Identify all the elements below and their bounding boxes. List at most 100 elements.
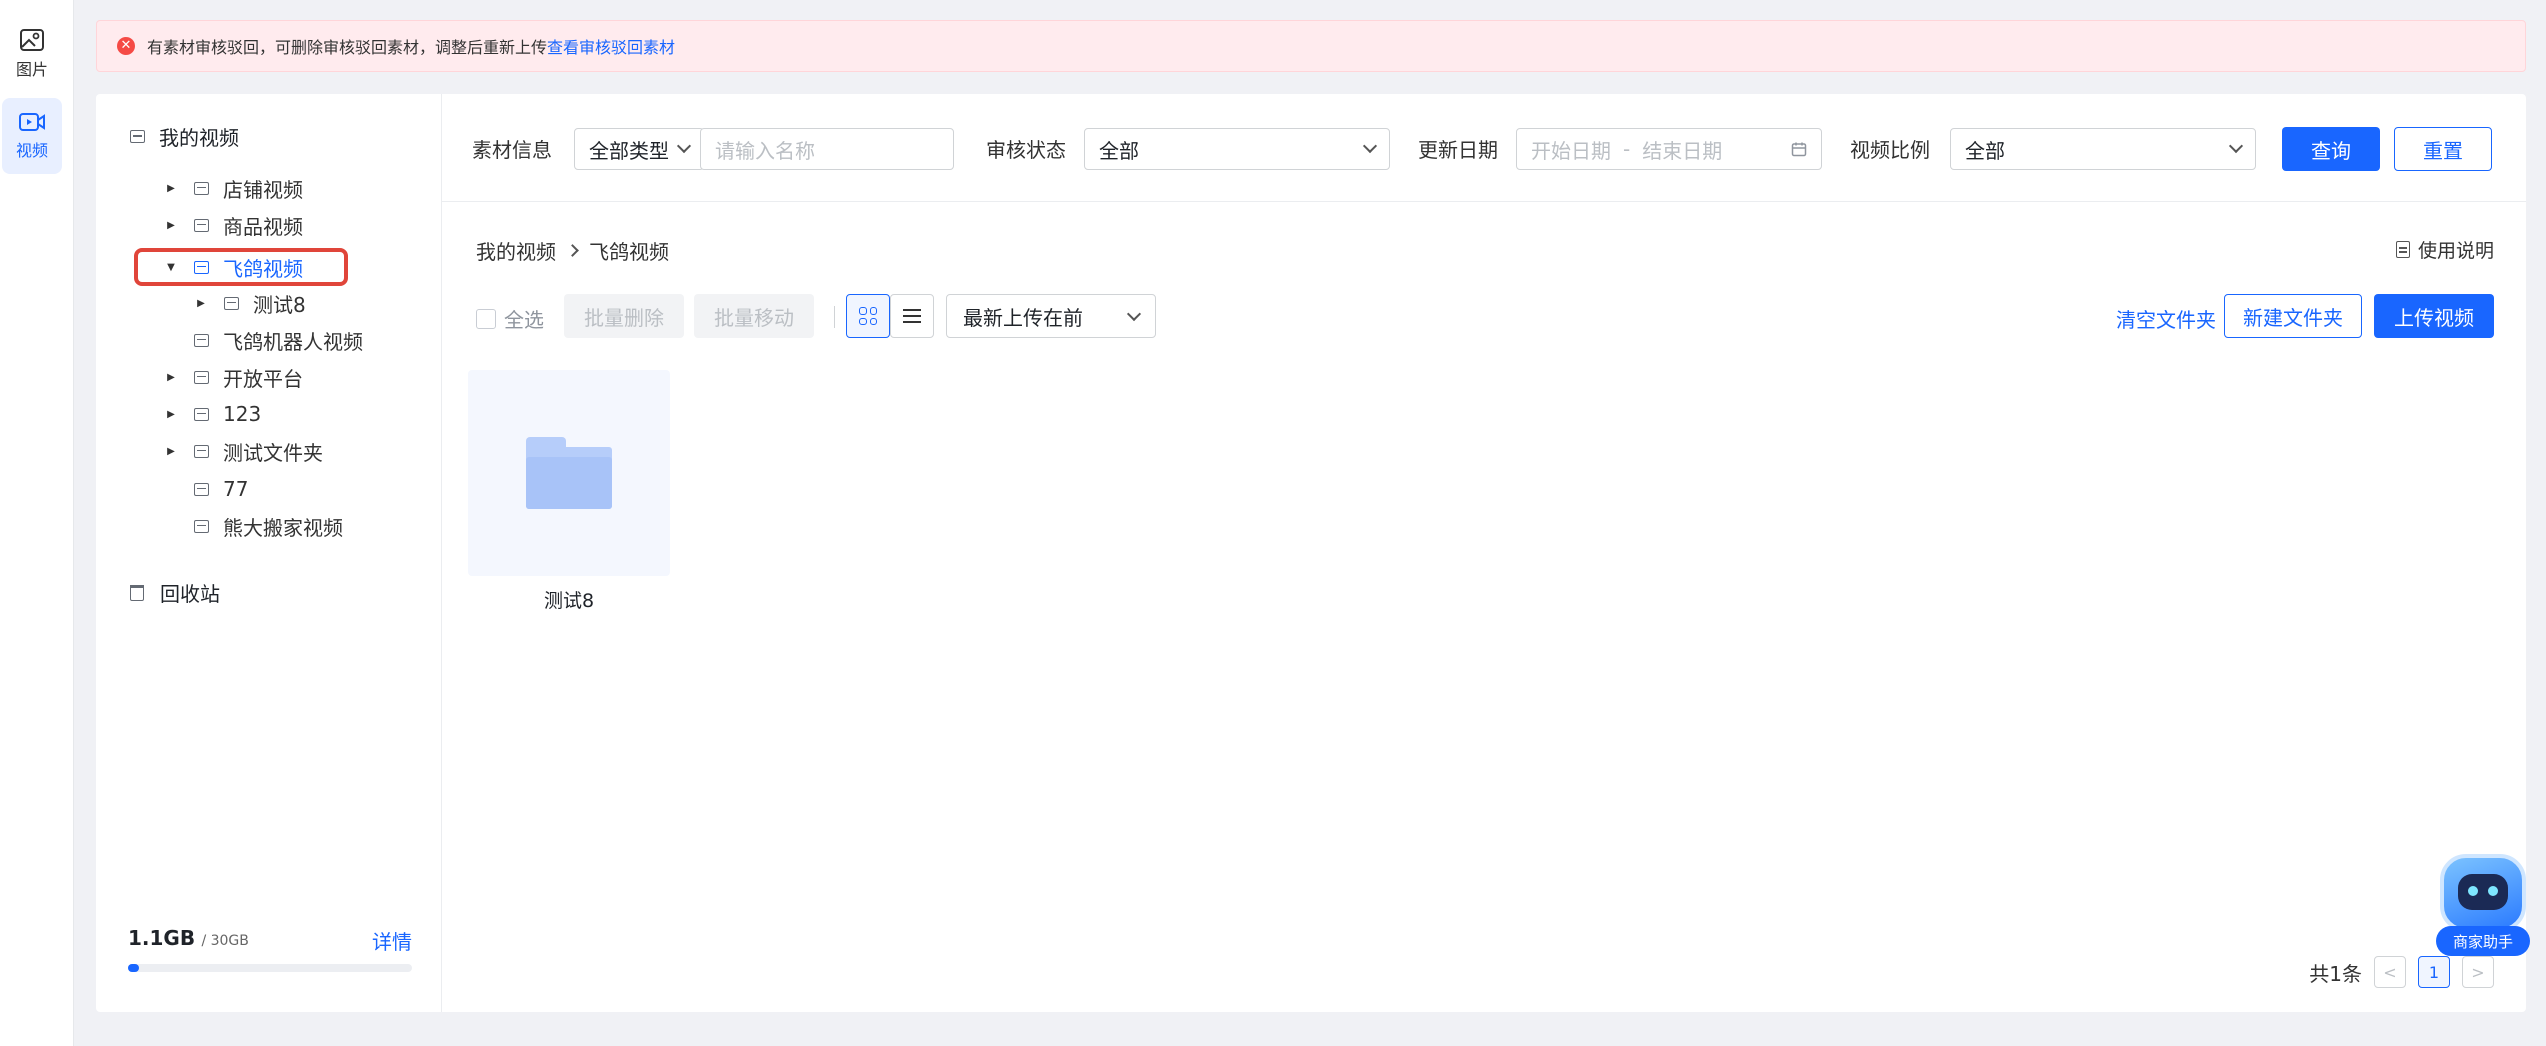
breadcrumb-current: 飞鸽视频: [589, 240, 669, 264]
tree-node-feige-videos[interactable]: ▼ 飞鸽视频: [164, 252, 303, 282]
tree-node-label: 开放平台: [223, 366, 303, 391]
caret-down-icon[interactable]: ▼: [164, 260, 178, 274]
tree-node-label: 飞鸽视频: [223, 256, 303, 281]
breadcrumb: 我的视频 飞鸽视频: [476, 236, 669, 265]
batch-move-button[interactable]: 批量移动: [694, 294, 814, 338]
usage-guide-link[interactable]: 使用说明: [2395, 236, 2494, 263]
storage-used: 1.1GB: [128, 926, 196, 950]
sort-select[interactable]: 最新上传在前: [946, 294, 1156, 338]
reset-button[interactable]: 重置: [2394, 127, 2492, 171]
tree-node-label: 123: [223, 402, 262, 426]
chevron-down-icon: [676, 138, 692, 154]
tree-node-shop-videos[interactable]: ▶ 店铺视频: [164, 173, 303, 203]
caret-right-icon[interactable]: ▶: [164, 218, 178, 232]
tree-node-product-videos[interactable]: ▶ 商品视频: [164, 210, 303, 240]
storage-detail-link[interactable]: 详情: [372, 926, 412, 955]
tree-node-open-platform[interactable]: ▶ 开放平台: [164, 362, 303, 392]
folder-icon: [194, 482, 209, 496]
list-view-button[interactable]: [890, 294, 934, 338]
breadcrumb-root[interactable]: 我的视频: [476, 236, 556, 265]
caret-right-icon[interactable]: ▶: [194, 296, 208, 310]
storage-usage: 1.1GB / 30GB 详情: [128, 926, 412, 972]
query-button[interactable]: 查询: [2282, 127, 2380, 171]
chevron-right-icon: [566, 244, 579, 257]
review-status-select[interactable]: 全部: [1084, 128, 1390, 170]
tree-node-label: 测试文件夹: [223, 440, 323, 465]
tree-node-test8[interactable]: ▶ 测试8: [194, 288, 306, 318]
chevron-down-icon: [1126, 306, 1142, 322]
app-rail: 图片 视频: [0, 0, 74, 1046]
recycle-bin-label: 回收站: [160, 582, 220, 606]
rail-item-videos-label: 视频: [15, 141, 48, 160]
sort-value: 最新上传在前: [963, 305, 1083, 330]
update-date-label: 更新日期: [1418, 138, 1498, 162]
content-toolbar: 全选 批量删除 批量移动 最新上传在前 清空文件夹 新建文件夹 上传视频: [476, 294, 2494, 338]
recycle-bin[interactable]: 回收站: [130, 578, 220, 607]
folder-icon: [194, 333, 209, 347]
error-circle-icon: ✕: [117, 37, 135, 55]
caret-right-icon[interactable]: ▶: [164, 407, 178, 421]
folder-icon: [194, 519, 209, 533]
folder-tree: 我的视频 ▶ 店铺视频 ▶ 商品视频 ▼ 飞鸽视频 ▶ 测试8 飞鸽机器人视频: [96, 94, 442, 1012]
tree-root-my-videos[interactable]: 我的视频: [130, 122, 239, 151]
rejection-alert: ✕ 有素材审核驳回，可删除审核驳回素材，调整后重新上传 查看审核驳回素材: [96, 20, 2526, 72]
filter-bar: 素材信息 全部类型 请输入名称 审核状态 全部 更新日期 开始日期 - 结束日期…: [442, 94, 2526, 202]
date-range-picker[interactable]: 开始日期 - 结束日期: [1516, 128, 1822, 170]
tree-node-label: 熊大搬家视频: [223, 515, 343, 540]
folder-icon: [194, 407, 209, 421]
name-search-input[interactable]: 请输入名称: [700, 128, 954, 170]
date-separator: -: [1623, 137, 1631, 161]
tree-root-label: 我的视频: [159, 126, 239, 150]
caret-right-icon[interactable]: ▶: [164, 181, 178, 195]
clear-folder-link[interactable]: 清空文件夹: [2116, 304, 2216, 333]
folder-icon: [194, 218, 209, 232]
new-folder-button[interactable]: 新建文件夹: [2224, 294, 2362, 338]
review-status-label: 审核状态: [986, 138, 1066, 162]
folder-icon: [194, 181, 209, 195]
folder-tile[interactable]: [468, 370, 670, 576]
rail-item-videos[interactable]: 视频: [2, 98, 62, 174]
storage-bar-fill: [128, 964, 139, 972]
video-ratio-select[interactable]: 全部: [1950, 128, 2256, 170]
tree-node-label: 测试8: [253, 292, 306, 317]
rail-item-images[interactable]: 图片: [2, 16, 62, 92]
prev-page-button[interactable]: <: [2374, 956, 2406, 988]
folder-icon: [194, 444, 209, 458]
merchant-assistant-widget[interactable]: 商家助手: [2436, 850, 2530, 962]
caret-right-icon[interactable]: ▶: [164, 370, 178, 384]
grid-view-button[interactable]: [846, 294, 890, 338]
material-info-label: 素材信息: [472, 138, 552, 162]
total-count: 共1条: [2309, 961, 2362, 986]
end-date-placeholder[interactable]: 结束日期: [1642, 135, 1722, 164]
material-type-select[interactable]: 全部类型: [574, 128, 704, 170]
tree-node-feige-robot-videos[interactable]: 飞鸽机器人视频: [164, 325, 363, 355]
folder-icon: [526, 437, 612, 509]
chevron-down-icon: [2228, 138, 2244, 154]
caret-right-icon[interactable]: ▶: [164, 444, 178, 458]
divider: [834, 306, 835, 328]
alert-message: 有素材审核驳回，可删除审核驳回素材，调整后重新上传: [147, 38, 548, 57]
name-search-placeholder: 请输入名称: [715, 138, 815, 163]
robot-icon: [2440, 854, 2526, 932]
upload-video-button[interactable]: 上传视频: [2374, 294, 2494, 338]
folder-tile-name[interactable]: 测试8: [468, 586, 670, 613]
folder-icon: [194, 260, 209, 274]
batch-delete-button[interactable]: 批量删除: [564, 294, 684, 338]
folder-icon: [194, 370, 209, 384]
tree-node-77[interactable]: 77: [164, 474, 248, 504]
storage-bar: [128, 964, 412, 972]
main-card: 我的视频 ▶ 店铺视频 ▶ 商品视频 ▼ 飞鸽视频 ▶ 测试8 飞鸽机器人视频: [96, 94, 2526, 1012]
calendar-icon: [1791, 142, 1807, 157]
tree-node-123[interactable]: ▶ 123: [164, 399, 261, 429]
select-all-checkbox[interactable]: 全选: [476, 304, 544, 333]
document-icon: [2395, 241, 2410, 258]
trash-icon: [130, 584, 144, 601]
rail-item-images-label: 图片: [15, 60, 48, 79]
video-ratio-value: 全部: [1965, 138, 2005, 163]
tree-node-bear-moving-videos[interactable]: 熊大搬家视频: [164, 511, 343, 541]
video-icon: [19, 113, 45, 131]
start-date-placeholder[interactable]: 开始日期: [1531, 135, 1611, 164]
view-rejected-link[interactable]: 查看审核驳回素材: [547, 34, 675, 58]
folder-icon: [224, 296, 239, 310]
tree-node-test-folder[interactable]: ▶ 测试文件夹: [164, 436, 323, 466]
